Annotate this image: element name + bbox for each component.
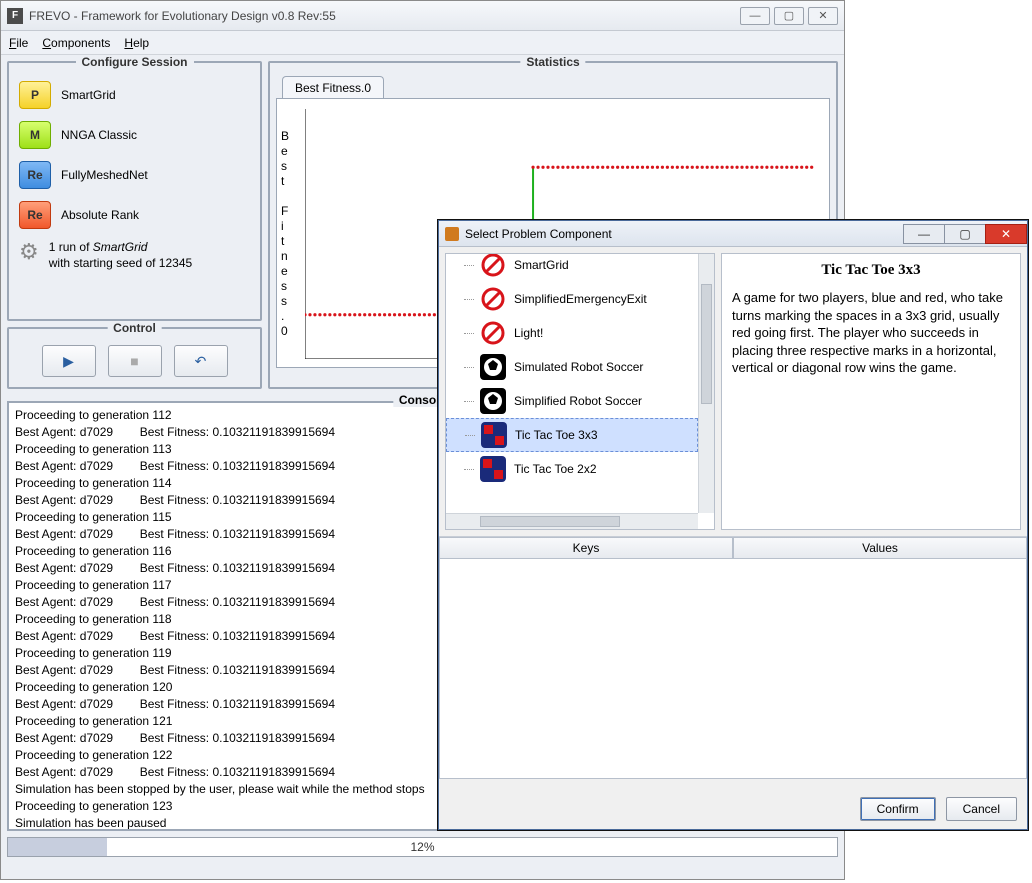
problem-description: Tic Tac Toe 3x3 A game for two players, … bbox=[721, 253, 1021, 530]
java-icon bbox=[445, 227, 459, 241]
stop-button[interactable]: ■ bbox=[108, 345, 162, 377]
select-problem-dialog: Select Problem Component — ▢ ✕ SmartGrid… bbox=[438, 220, 1028, 830]
progress-bar: 12% bbox=[7, 837, 838, 857]
config-item-0[interactable]: P SmartGrid bbox=[15, 75, 254, 115]
tree-item-0[interactable]: SmartGrid bbox=[446, 253, 698, 282]
tree-item-label: SimplifiedEmergencyExit bbox=[514, 292, 647, 306]
chart-ylabel: Best Fitness.0 bbox=[281, 129, 295, 339]
tree-item-label: SmartGrid bbox=[514, 258, 569, 272]
tab-best-fitness[interactable]: Best Fitness.0 bbox=[282, 76, 384, 99]
soccer-icon bbox=[480, 388, 506, 414]
config-item-label: FullyMeshedNet bbox=[61, 168, 148, 182]
tree-item-3[interactable]: Simulated Robot Soccer bbox=[446, 350, 698, 384]
tree-vscrollbar[interactable] bbox=[698, 254, 714, 513]
tree-item-5[interactable]: Tic Tac Toe 3x3 bbox=[446, 418, 698, 452]
run-description: 1 run of SmartGrid with starting seed of… bbox=[49, 239, 192, 271]
tree-item-1[interactable]: SimplifiedEmergencyExit bbox=[446, 282, 698, 316]
menu-help[interactable]: Help bbox=[124, 36, 149, 50]
tree-item-label: Tic Tac Toe 3x3 bbox=[515, 428, 598, 442]
window-title: FREVO - Framework for Evolutionary Desig… bbox=[29, 9, 740, 23]
maximize-button[interactable]: ▢ bbox=[774, 7, 804, 25]
problem-tree[interactable]: SmartGrid SimplifiedEmergencyExit Light! Si… bbox=[445, 253, 715, 530]
problem-desc-body: A game for two players, blue and red, wh… bbox=[732, 289, 1010, 377]
dialog-maximize-button[interactable]: ▢ bbox=[944, 224, 986, 244]
titlebar[interactable]: F FREVO - Framework for Evolutionary Des… bbox=[1, 1, 844, 31]
app-icon: F bbox=[7, 8, 23, 24]
tree-item-label: Simulated Robot Soccer bbox=[514, 360, 643, 374]
folder-icon: Re bbox=[19, 201, 51, 229]
confirm-button[interactable]: Confirm bbox=[860, 797, 936, 821]
forbid-icon bbox=[480, 320, 506, 346]
kv-body[interactable] bbox=[439, 559, 1027, 779]
minimize-button[interactable]: — bbox=[740, 7, 770, 25]
folder-icon: M bbox=[19, 121, 51, 149]
config-item-2[interactable]: Re FullyMeshedNet bbox=[15, 155, 254, 195]
dialog-close-button[interactable]: ✕ bbox=[985, 224, 1027, 244]
configure-session-panel: Configure Session P SmartGridM NNGA Clas… bbox=[7, 61, 262, 321]
config-item-1[interactable]: M NNGA Classic bbox=[15, 115, 254, 155]
folder-icon: Re bbox=[19, 161, 51, 189]
play-button[interactable]: ▶ bbox=[42, 345, 96, 377]
dialog-minimize-button[interactable]: — bbox=[903, 224, 945, 244]
soccer-icon bbox=[480, 354, 506, 380]
tree-item-6[interactable]: Tic Tac Toe 2x2 bbox=[446, 452, 698, 486]
config-item-label: Absolute Rank bbox=[61, 208, 139, 222]
menu-components[interactable]: Components bbox=[42, 36, 110, 50]
tree-item-label: Tic Tac Toe 2x2 bbox=[514, 462, 597, 476]
tictactoe-icon bbox=[480, 456, 506, 482]
gear-icon: ⚙ bbox=[19, 239, 39, 271]
kv-values-header[interactable]: Values bbox=[733, 537, 1027, 559]
config-item-3[interactable]: Re Absolute Rank bbox=[15, 195, 254, 235]
configure-session-legend: Configure Session bbox=[75, 55, 193, 69]
progress-label: 12% bbox=[8, 838, 837, 856]
tree-hscrollbar[interactable] bbox=[446, 513, 698, 529]
tree-item-2[interactable]: Light! bbox=[446, 316, 698, 350]
tree-item-4[interactable]: Simplified Robot Soccer bbox=[446, 384, 698, 418]
menubar: File Components Help bbox=[1, 31, 844, 55]
tree-item-label: Simplified Robot Soccer bbox=[514, 394, 642, 408]
statistics-legend: Statistics bbox=[520, 55, 585, 69]
control-panel: Control ▶ ■ ↶ bbox=[7, 327, 262, 389]
close-button[interactable]: ✕ bbox=[808, 7, 838, 25]
tictactoe-icon bbox=[481, 422, 507, 448]
config-item-label: NNGA Classic bbox=[61, 128, 137, 142]
kv-keys-header[interactable]: Keys bbox=[439, 537, 733, 559]
dialog-titlebar[interactable]: Select Problem Component — ▢ ✕ bbox=[439, 221, 1027, 247]
problem-desc-title: Tic Tac Toe 3x3 bbox=[732, 262, 1010, 279]
menu-file[interactable]: File bbox=[9, 36, 28, 50]
cancel-button[interactable]: Cancel bbox=[946, 797, 1017, 821]
folder-icon: P bbox=[19, 81, 51, 109]
undo-button[interactable]: ↶ bbox=[174, 345, 228, 377]
kv-header: Keys Values bbox=[439, 537, 1027, 559]
dialog-title: Select Problem Component bbox=[465, 227, 904, 241]
forbid-icon bbox=[480, 253, 506, 278]
forbid-icon bbox=[480, 286, 506, 312]
control-legend: Control bbox=[107, 321, 162, 335]
tree-item-label: Light! bbox=[514, 326, 543, 340]
config-item-label: SmartGrid bbox=[61, 88, 116, 102]
